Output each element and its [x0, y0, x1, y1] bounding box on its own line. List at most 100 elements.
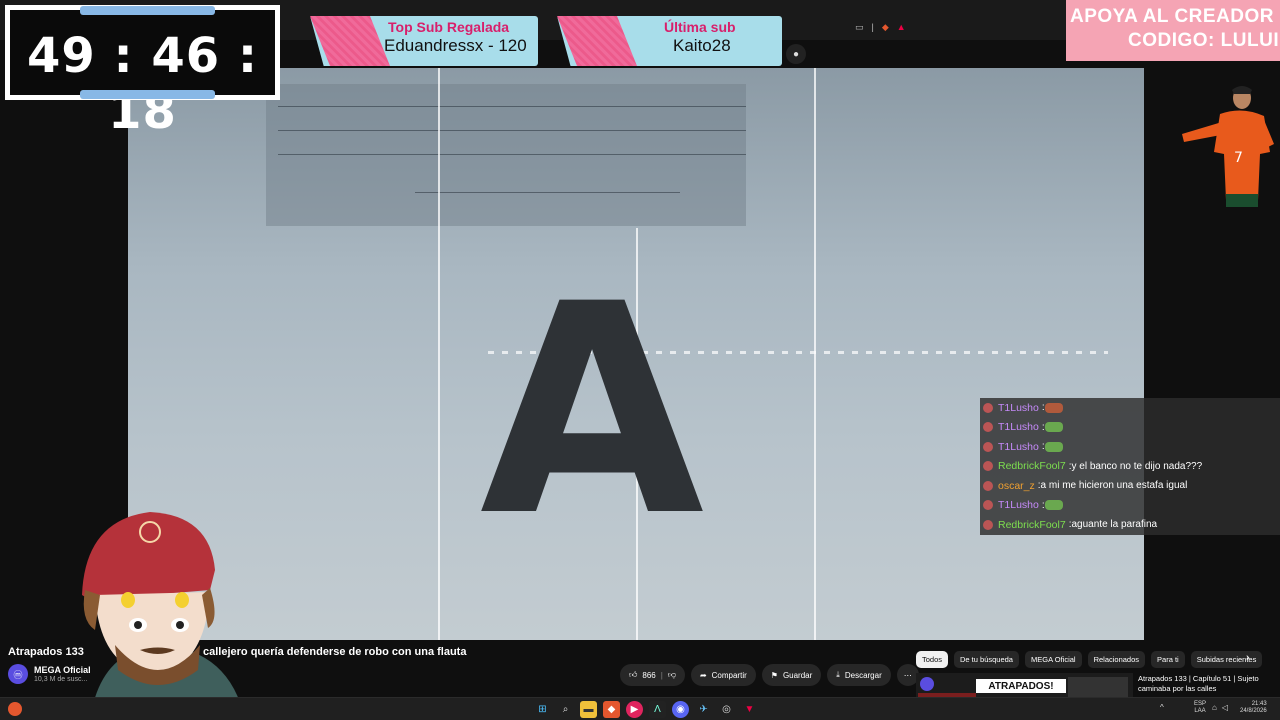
chat-username[interactable]: T1Lusho	[998, 499, 1039, 511]
chat-message: T1Lusho:	[980, 398, 1280, 418]
chat-emote-icon	[1044, 441, 1063, 452]
chat-username[interactable]: RedbrickFool7	[998, 519, 1066, 531]
recommended-video-title[interactable]: Atrapados 133 | Capítulo 51 | Sujeto cam…	[1138, 674, 1278, 694]
system-tray: ^	[1160, 703, 1164, 712]
download-icon: ⤓	[836, 670, 840, 679]
channel-badge-icon	[920, 677, 934, 691]
like-divider: |	[660, 670, 663, 680]
chat-text: a mi me hicieron una estafa igual	[1040, 480, 1188, 492]
user-badge-icon	[983, 461, 993, 472]
ruled-line	[278, 154, 746, 155]
share-button[interactable]: ➦ Compartir	[690, 664, 756, 686]
card-decoration	[557, 16, 637, 66]
last-sub-name: Kaito28	[673, 36, 731, 55]
filter-chip[interactable]: De tu búsqueda	[954, 651, 1019, 668]
film-scratch	[814, 68, 816, 640]
brave-browser-icon[interactable]: ◆	[603, 701, 620, 718]
save-button[interactable]: ⚑ Guardar	[761, 664, 822, 686]
chat-message: RedbrickFool7: y el banco no te dijo nad…	[980, 456, 1280, 476]
download-label: Descargar	[844, 670, 882, 680]
promo-line-2: CODIGO: LULUI	[1128, 30, 1280, 51]
filter-chip[interactable]: Relacionados	[1087, 651, 1146, 668]
media-player-icon[interactable]: ▶	[626, 701, 643, 718]
chat-emote-icon	[1044, 422, 1063, 433]
user-badge-icon	[983, 402, 993, 413]
last-sub-card: Última sub Kaito28	[557, 16, 782, 66]
share-icon: ➦	[699, 670, 707, 680]
chat-emote-icon	[1044, 402, 1063, 413]
share-label: Compartir	[711, 670, 747, 680]
chat-username[interactable]: T1Lusho	[998, 421, 1039, 433]
thumbs-up-icon: 👍︎	[629, 670, 638, 679]
svg-text:7: 7	[1234, 150, 1243, 166]
top-sub-name: Eduandressx - 120	[384, 36, 527, 55]
ruled-line	[415, 192, 680, 193]
chat-username[interactable]: RedbrickFool7	[998, 460, 1066, 472]
user-badge-icon	[983, 480, 993, 491]
search-icon[interactable]: ⌕	[557, 701, 574, 718]
chat-overlay: T1Lusho: T1Lusho: T1Lusho: RedbrickFool7…	[980, 398, 1280, 535]
ruled-line	[278, 106, 746, 107]
filter-chip[interactable]: Para ti	[1151, 651, 1185, 668]
video-player[interactable]: A ⓜ	[128, 68, 1144, 640]
last-sub-label: Última sub	[664, 19, 736, 35]
chevron-up-icon[interactable]: ^	[1160, 703, 1164, 712]
clock-date: 24/8/2026	[1240, 708, 1267, 714]
obs-icon[interactable]: ◎	[718, 701, 735, 718]
thumbs-down-icon[interactable]: 👎︎	[668, 670, 676, 680]
filter-chip[interactable]: MEGA Oficial	[1024, 651, 1082, 668]
top-sub-label: Top Sub Regalada	[388, 19, 510, 35]
chat-username[interactable]: T1Lusho	[998, 402, 1039, 414]
creator-code-banner: APOYA AL CREADOR CODIGO: LULUI	[1066, 0, 1280, 61]
app-icon[interactable]: Λ	[649, 701, 666, 718]
network-icon[interactable]: ⌂	[1212, 703, 1217, 712]
film-scratch	[438, 68, 440, 640]
taskbar-apps: ⊞ ⌕ ▬ ◆ ▶ Λ ◉ ✈ ◎ ▼	[534, 701, 758, 718]
video-title-part-1: Atrapados 133	[8, 646, 84, 658]
separator: |	[871, 22, 874, 32]
chat-username[interactable]: oscar_z	[998, 480, 1035, 492]
channel-subscribers: 10,3 M de susc...	[34, 676, 88, 683]
chat-text: aguante la parafina	[1071, 519, 1158, 531]
channel-avatar-icon[interactable]: ⓜ	[8, 664, 28, 684]
file-explorer-icon[interactable]: ▬	[580, 701, 597, 718]
ruled-line	[278, 130, 746, 131]
chat-message: T1Lusho:	[980, 495, 1280, 515]
weather-icon[interactable]	[8, 702, 22, 716]
intro-letter: A	[479, 243, 704, 580]
download-button[interactable]: ⤓ Descargar	[827, 664, 891, 686]
clock-time: 21:43	[1251, 701, 1267, 707]
steam-icon[interactable]: ✈	[695, 701, 712, 718]
brave-shield-icon[interactable]: ◆	[882, 22, 889, 33]
user-badge-icon	[983, 519, 993, 530]
volume-icon[interactable]: ◁	[1222, 703, 1228, 712]
chevron-right-icon[interactable]: ›	[1246, 652, 1250, 664]
channel-name[interactable]: MEGA Oficial	[34, 665, 91, 675]
bookmark-icon: ⚑	[770, 670, 778, 680]
cast-icon[interactable]: ▭	[855, 22, 864, 33]
stream-timer: 49 : 46 : 18	[5, 5, 280, 140]
like-button[interactable]: 👍︎ 866 | 👎︎	[620, 664, 685, 686]
chat-message: RedbrickFool7: aguante la parafina	[980, 515, 1280, 535]
clock[interactable]: 21:43 24/8/2026	[1240, 701, 1267, 715]
filter-chip[interactable]: Subidas recientes	[1190, 651, 1263, 668]
save-label: Guardar	[782, 670, 813, 680]
app-icon[interactable]: ▼	[741, 701, 758, 718]
input-language[interactable]: ESP LAA	[1194, 701, 1206, 715]
chat-username[interactable]: T1Lusho	[998, 441, 1039, 453]
user-badge-icon	[983, 441, 993, 452]
vtuber-avatar	[82, 512, 245, 720]
card-decoration	[310, 16, 390, 66]
start-icon[interactable]: ⊞	[534, 701, 551, 718]
tray-icons: ⌂ ◁	[1212, 703, 1228, 712]
keyboard-layout: LAA	[1194, 708, 1206, 714]
filter-chip[interactable]: Todos	[916, 651, 949, 668]
discord-icon[interactable]: ◉	[672, 701, 689, 718]
recommendation-filter-chips: Todos De tu búsqueda MEGA Oficial Relaciona…	[916, 651, 1263, 668]
rewards-icon[interactable]: ▲	[897, 22, 906, 33]
timer-top-tab	[80, 6, 215, 15]
language-code: ESP	[1194, 701, 1207, 707]
video-actions: 👍︎ 866 | 👎︎ ➦ Compartir ⚑ Guardar ⤓ Desc…	[620, 664, 919, 686]
microphone-icon[interactable]: ●	[786, 44, 806, 64]
chat-text: y el banco no te dijo nada???	[1071, 460, 1203, 472]
